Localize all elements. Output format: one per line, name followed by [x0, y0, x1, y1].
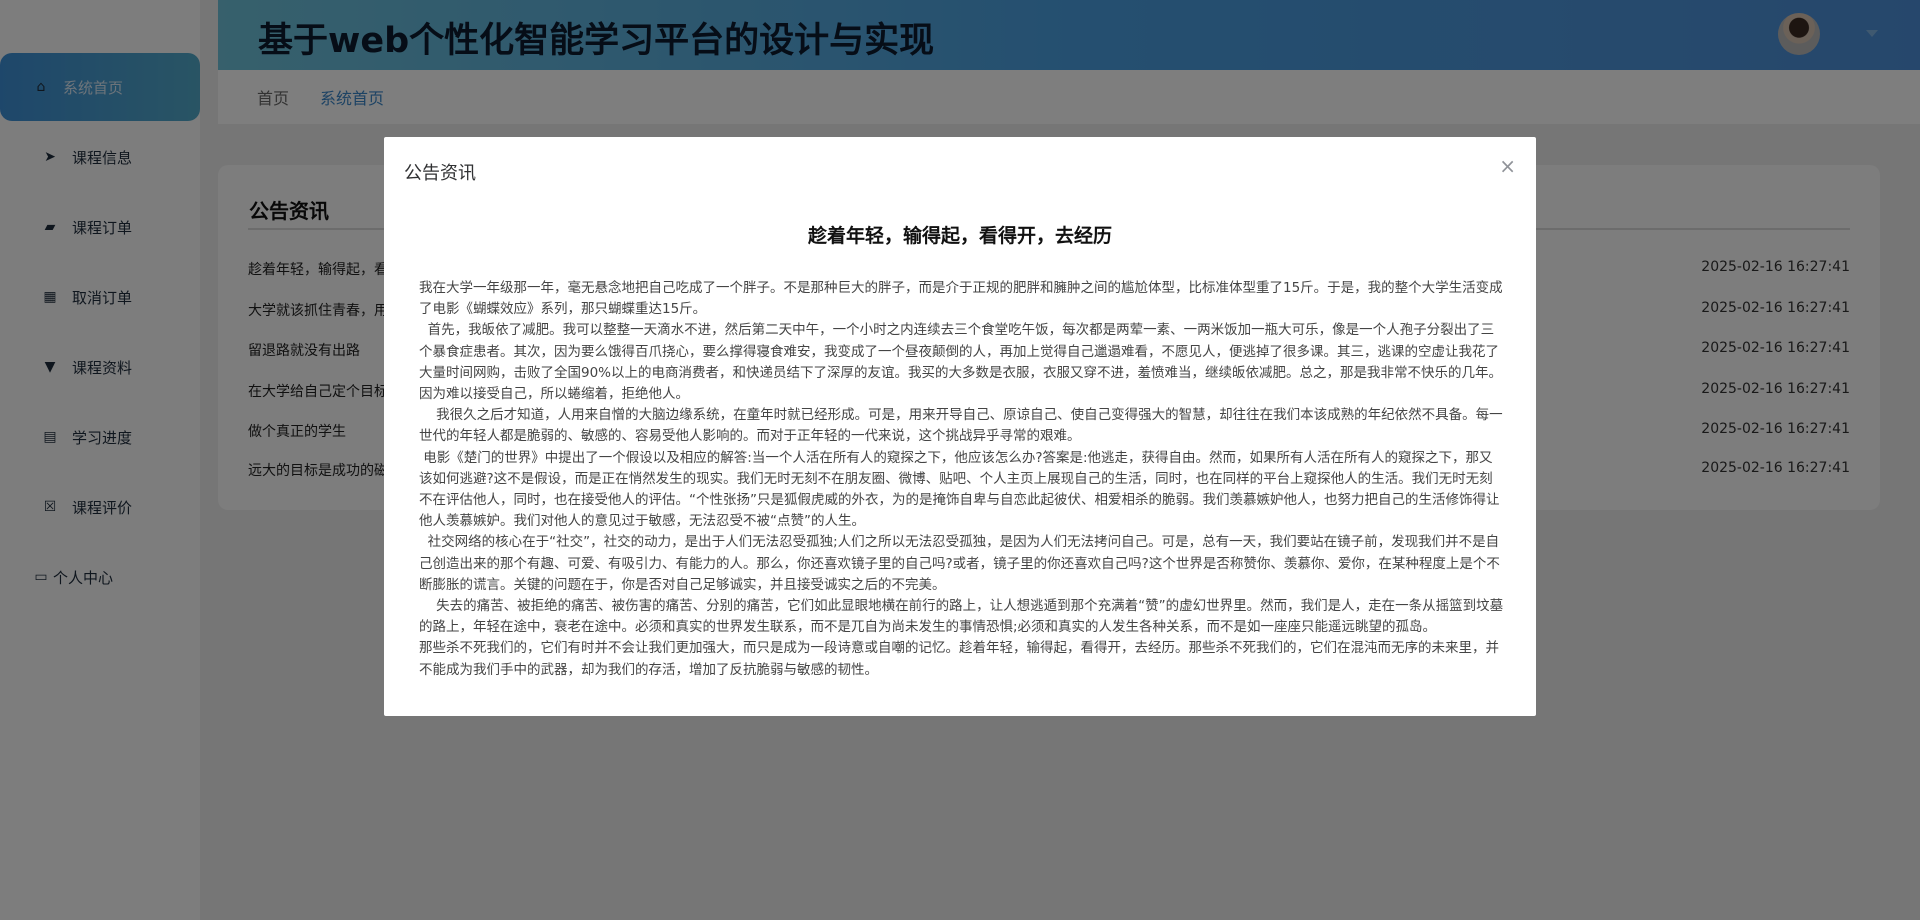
- article-body: 我在大学一年级那一年，毫无悬念地把自己吃成了一个胖子。不是那种巨大的胖子，而是介…: [419, 278, 1504, 681]
- close-icon[interactable]: ×: [1499, 154, 1516, 178]
- article-title: 趁着年轻，输得起，看得开，去经历: [807, 225, 1112, 247]
- article-paragraph: 首先，我皈依了减肥。我可以整整一天滴水不进，然后第二天中午，一个小时之内连续去三…: [419, 322, 1503, 403]
- article-paragraph: 那些杀不死我们的，它们有时并不会让我们更加强大，而只是成为一段诗意或自嘲的记忆。…: [419, 640, 1499, 678]
- notice-dialog: 公告资讯 × 趁着年轻，输得起，看得开，去经历 我在大学一年级那一年，毫无悬念地…: [384, 137, 1536, 716]
- article-paragraph: 社交网络的核心在于“社交”，社交的动力，是出于人们无法忍受孤独;人们之所以无法忍…: [419, 534, 1500, 593]
- article-paragraph: 我在大学一年级那一年，毫无悬念地把自己吃成了一个胖子。不是那种巨大的胖子，而是介…: [419, 280, 1503, 318]
- article-paragraph: 电影《楚门的世界》中提出了一个假设以及相应的解答:当一个人活在所有人的窥探之下，…: [419, 449, 1500, 530]
- dialog-title: 公告资讯: [404, 163, 476, 184]
- article-paragraph: 失去的痛苦、被拒绝的痛苦、被伤害的痛苦、分别的痛苦，它们如此显眼地横在前行的路上…: [419, 598, 1504, 636]
- article-paragraph: 我很久之后才知道，人用来自憎的大脑边缘系统，在童年时就已经形成。可是，用来开导自…: [419, 407, 1503, 445]
